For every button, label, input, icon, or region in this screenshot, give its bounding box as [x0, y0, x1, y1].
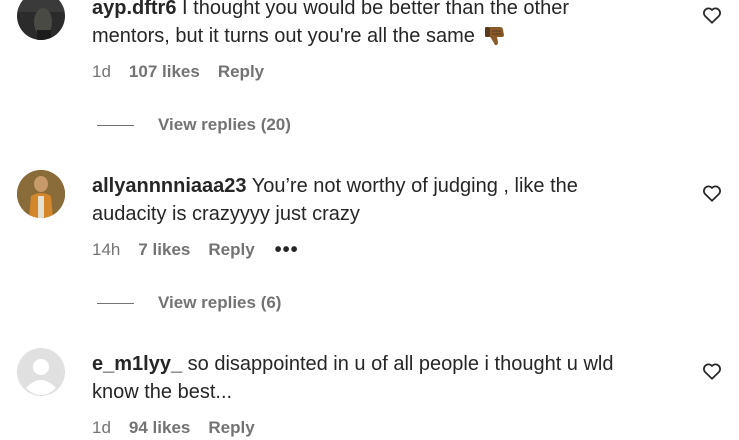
comment-time: 1d [92, 62, 111, 81]
like-count[interactable]: 107 likes [129, 62, 200, 82]
view-replies-button[interactable]: View replies (6) [97, 291, 281, 315]
avatar[interactable] [17, 0, 65, 40]
comment-time: 1d [92, 418, 111, 437]
comment-username[interactable]: allyannnniaaa23 [92, 175, 247, 197]
comment-text-block: ayp.dftr6 I thought you would be better … [92, 0, 652, 55]
reply-button[interactable]: Reply [208, 418, 254, 438]
comment-text-block: e_m1lyy_ so disappointed in u of all peo… [92, 350, 652, 406]
view-replies-label: View replies (20) [158, 115, 291, 134]
replies-divider [97, 124, 134, 126]
comment-meta: 1d 107 likes Reply [92, 60, 282, 84]
reply-button[interactable]: Reply [218, 62, 264, 82]
like-count[interactable]: 7 likes [138, 240, 190, 260]
view-replies-button[interactable]: View replies (20) [97, 113, 291, 137]
comment-time: 14h [92, 240, 121, 259]
like-count[interactable]: 94 likes [129, 418, 190, 438]
heart-outline-icon[interactable] [701, 360, 723, 382]
replies-divider [97, 302, 134, 304]
reply-button[interactable]: Reply [208, 240, 254, 260]
heart-outline-icon[interactable] [701, 182, 723, 204]
comment-meta: 14h 7 likes Reply ••• [92, 238, 317, 262]
comment-text-block: allyannnniaaa23 You’re not worthy of jud… [92, 172, 652, 228]
default-avatar-icon[interactable] [17, 348, 65, 396]
comment-meta: 1d 94 likes Reply [92, 416, 273, 440]
view-replies-label: View replies (6) [158, 293, 282, 312]
heart-outline-icon[interactable] [701, 4, 723, 26]
more-options-icon[interactable]: ••• [275, 239, 299, 262]
thumbs-down-icon [484, 25, 506, 55]
comment-username[interactable]: e_m1lyy_ [92, 353, 182, 375]
comment-username[interactable]: ayp.dftr6 [92, 0, 176, 19]
avatar[interactable] [17, 170, 65, 218]
